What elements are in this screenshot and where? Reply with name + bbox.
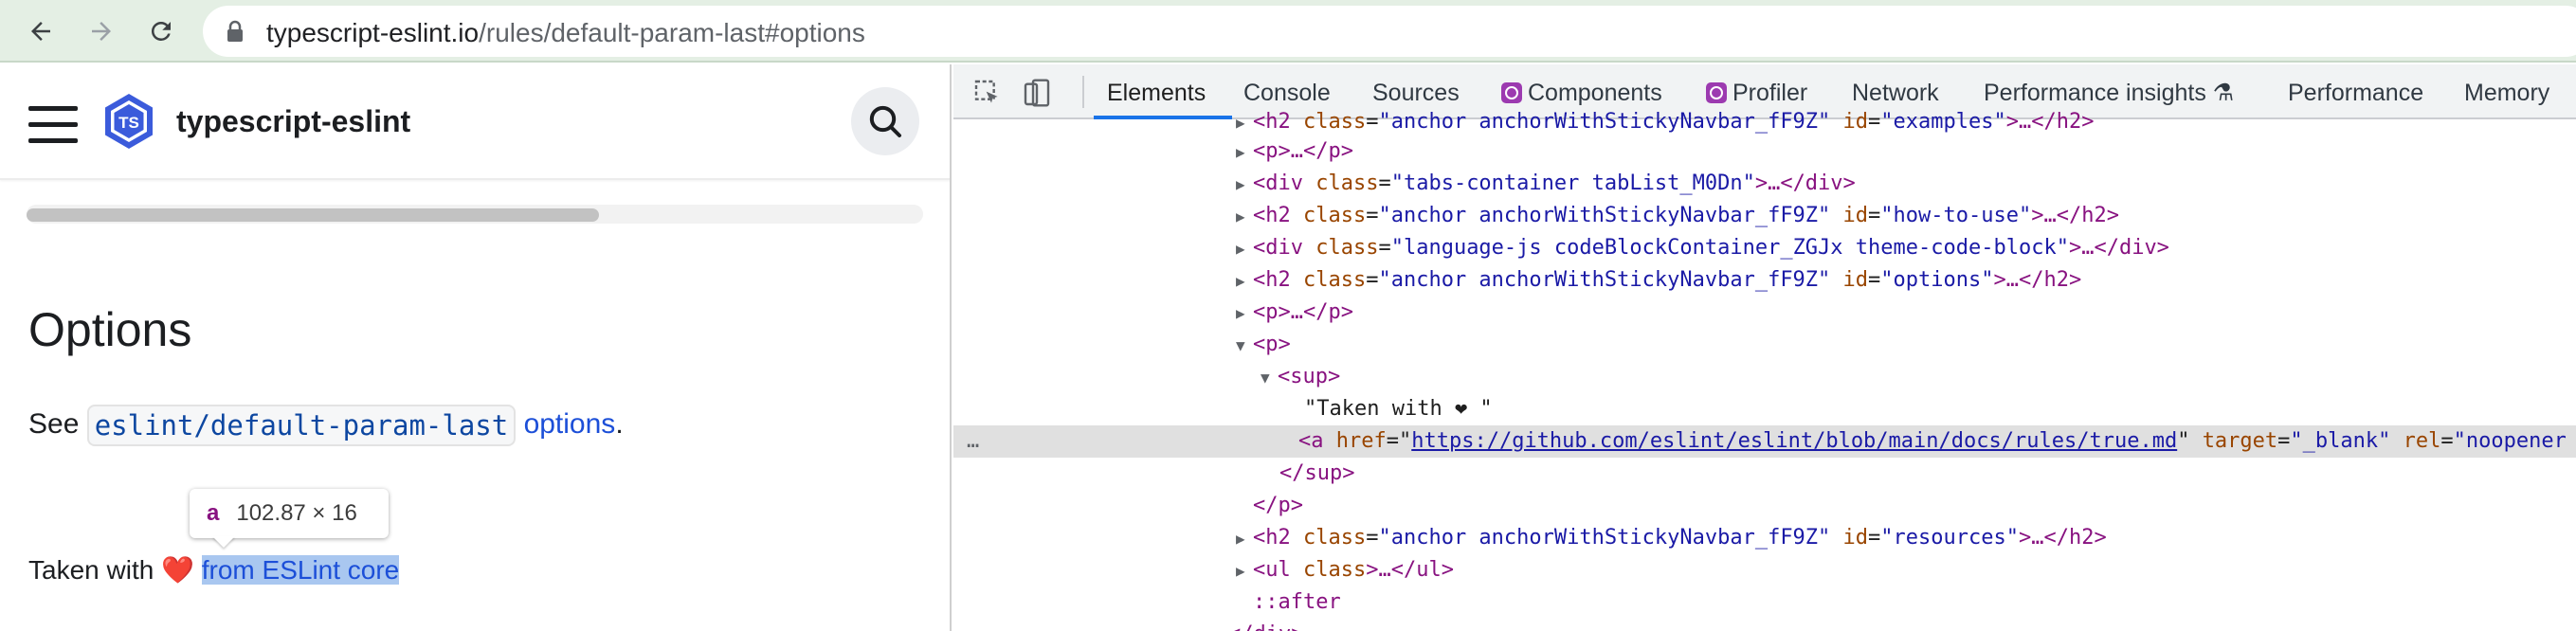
see-paragraph: See eslint/default-param-last options. [28, 404, 624, 447]
tab-memory[interactable]: Memory [2464, 79, 2549, 107]
tab-profiler-label: Profiler [1732, 80, 1808, 106]
taken-with-paragraph: Taken with ❤️ from ESLint core [28, 551, 400, 589]
dom-node[interactable]: ▶ <h2 class="anchor anchorWithStickyNavba… [1236, 264, 2081, 297]
react-icon [1706, 82, 1727, 103]
more-options-icon[interactable]: … [967, 425, 979, 458]
toolbar-separator [1082, 76, 1084, 108]
tooltip-tag: a [207, 500, 220, 526]
tab-profiler[interactable]: Profiler [1706, 79, 1807, 107]
url-path: /rules/default-param-last#options [479, 18, 865, 47]
inspect-tooltip: a 102.87 × 16 [190, 489, 389, 538]
rule-code-link[interactable]: eslint/default-param-last [86, 405, 517, 447]
dom-node-selected[interactable]: … <a href="https://github.com/eslint/esl… [953, 425, 2576, 458]
arrow-left-icon [31, 22, 50, 41]
options-link[interactable]: options [524, 408, 616, 440]
tab-components-label: Components [1528, 80, 1662, 106]
search-icon [869, 105, 901, 137]
back-button[interactable] [21, 11, 61, 51]
reload-button[interactable] [141, 11, 181, 51]
heart-icon: ❤️ [161, 555, 194, 585]
period: . [615, 408, 624, 440]
flask-icon: ⚗ [2212, 80, 2235, 106]
tab-performance-insights[interactable]: Performance insights ⚗ [1984, 79, 2234, 107]
browser-toolbar: typescript-eslint.io/rules/default-param… [0, 0, 2576, 63]
search-button[interactable] [851, 87, 919, 155]
tab-performance[interactable]: Performance [2288, 79, 2423, 107]
dom-node[interactable]: ▶ <ul class>…</ul> [1236, 554, 1454, 586]
tooltip-arrow [212, 536, 235, 548]
see-prefix: See [28, 408, 87, 440]
options-heading: Options [28, 303, 192, 356]
arrow-right-icon [92, 22, 111, 41]
dom-node[interactable]: </sup> [1279, 458, 1354, 490]
taken-prefix: Taken with [28, 555, 162, 585]
tab-console[interactable]: Console [1243, 79, 1331, 107]
tab-performance-insights-label: Performance insights [1984, 80, 2206, 106]
hamburger-menu-icon[interactable] [28, 106, 78, 144]
dom-node[interactable]: ▶ <h2 class="anchor anchorWithStickyNavba… [1236, 200, 2119, 232]
dom-node[interactable]: ▶ <div class="language-js codeBlockContai… [1236, 232, 2169, 264]
address-bar[interactable]: typescript-eslint.io/rules/default-param… [203, 6, 2576, 57]
device-toolbar-icon[interactable] [1022, 78, 1052, 108]
lock-icon [227, 20, 243, 42]
tab-network[interactable]: Network [1852, 79, 1939, 107]
dom-node[interactable]: ▶ <div class="tabs-container tabList_M0Dn… [1236, 168, 1856, 200]
code-scrollbar-thumb[interactable] [27, 208, 599, 222]
logo-text: TS [118, 114, 139, 132]
site-navbar: TS typescript-eslint [0, 64, 950, 180]
url-text: typescript-eslint.io/rules/default-param… [266, 18, 865, 48]
forward-button[interactable] [82, 11, 121, 51]
tab-components[interactable]: Components [1501, 79, 1662, 107]
tab-sources[interactable]: Sources [1372, 79, 1460, 107]
dom-node[interactable]: </p> [1253, 490, 1303, 522]
dom-node[interactable]: ▶ <h2 class="anchor anchorWithStickyNavba… [1236, 522, 2107, 554]
typescript-eslint-logo[interactable]: TS [99, 91, 159, 152]
tab-elements[interactable]: Elements [1107, 79, 1206, 107]
react-icon [1501, 82, 1522, 103]
site-title[interactable]: typescript-eslint [176, 104, 410, 139]
url-host: typescript-eslint.io [266, 18, 480, 47]
dom-node[interactable]: </div> [1228, 619, 1303, 631]
web-page: TS typescript-eslint Options See eslint/… [0, 64, 952, 631]
tooltip-dimensions: 102.87 × 16 [236, 500, 357, 526]
reload-icon [151, 21, 171, 41]
dom-pseudo-element[interactable]: ::after [1253, 586, 1341, 619]
dom-tree: ▶ <h2 class="anchor anchorWithStickyNavba… [953, 110, 2576, 631]
dom-node[interactable]: ▶ <p>…</p> [1236, 135, 1353, 168]
dom-node[interactable]: ▶ <p>…</p> [1236, 297, 1353, 329]
dom-node[interactable]: ▶ <h2 class="anchor anchorWithStickyNavba… [1236, 106, 2094, 138]
dom-node[interactable]: ▼ <sup> [1261, 361, 1340, 393]
inspect-element-icon[interactable] [972, 78, 1003, 108]
dom-node[interactable]: ▼ <p> [1236, 329, 1291, 361]
eslint-core-link[interactable]: from ESLint core [201, 555, 400, 585]
dom-text-node[interactable]: "Taken with ❤ " [1304, 393, 1493, 425]
devtools-panel: Elements Console Sources Components Prof… [953, 64, 2576, 631]
